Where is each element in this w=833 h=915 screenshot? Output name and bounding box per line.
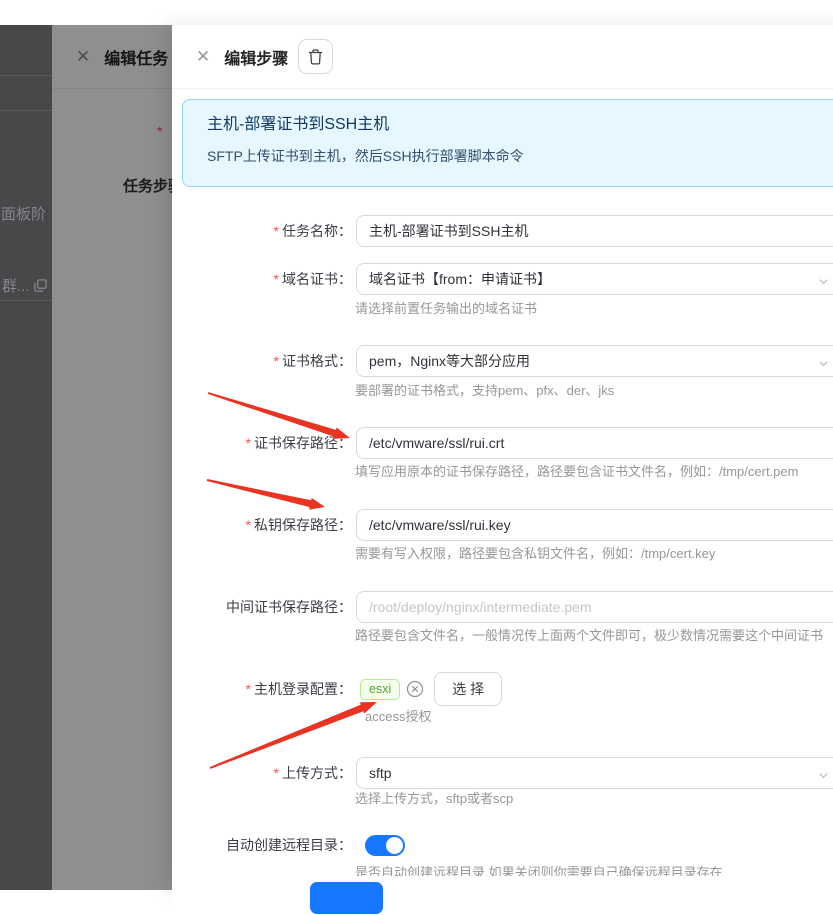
divider xyxy=(0,300,52,301)
required-mark: * xyxy=(273,271,279,287)
cert-format-select[interactable] xyxy=(356,345,833,377)
upload-method-select[interactable] xyxy=(356,757,833,789)
required-mark: * xyxy=(245,435,251,451)
plugin-info-alert: 主机-部署证书到SSH主机 SFTP上传证书到主机，然后SSH执行部署脚本命令 xyxy=(182,99,833,187)
chevron-down-icon[interactable] xyxy=(818,276,829,287)
cert-path-label: 证书保存路径： xyxy=(254,435,352,451)
divider xyxy=(0,110,52,111)
remove-tag-icon[interactable] xyxy=(406,680,424,698)
delete-step-button[interactable] xyxy=(298,39,334,74)
form-row-cert-format: * 证书格式： xyxy=(172,345,833,381)
task-name-input[interactable] xyxy=(356,215,833,247)
required-mark: * xyxy=(245,517,251,533)
host-access-tag[interactable]: esxi xyxy=(360,678,401,700)
required-mark: * xyxy=(273,765,279,781)
drawer-edit-step-body: 主机-部署证书到SSH主机 SFTP上传证书到主机，然后SSH执行部署脚本命令 … xyxy=(172,89,833,876)
required-mark: * xyxy=(245,681,251,697)
cert-format-helper: 要部署的证书格式，支持pem、pfx、der、jks xyxy=(355,383,615,398)
plugin-description: SFTP上传证书到主机，然后SSH执行部署脚本命令 xyxy=(207,148,524,164)
drawer-footer xyxy=(172,876,833,915)
auto-mkdir-label: 自动创建远程目录： xyxy=(226,837,352,853)
drawer-edit-step-title: 编辑步骤 xyxy=(224,50,289,68)
form-row-domain-cert: * 域名证书： xyxy=(172,263,833,299)
upload-method-helper: 选择上传方式，sftp或者scp xyxy=(355,791,514,806)
trash-icon xyxy=(309,48,323,65)
form-row-upload-method: * 上传方式： xyxy=(172,757,833,793)
chevron-down-icon[interactable] xyxy=(818,770,829,781)
plugin-title: 主机-部署证书到SSH主机 xyxy=(207,116,390,133)
submit-button[interactable] xyxy=(310,882,383,914)
drawer-edit-step: ✕ 编辑步骤 主机-部署证书到SSH主机 SFTP上传证书到主机，然后SSH执行… xyxy=(172,25,833,915)
upload-method-label: 上传方式： xyxy=(282,765,352,781)
intermediate-path-label: 中间证书保存路径： xyxy=(226,599,352,615)
domain-cert-select[interactable] xyxy=(356,263,833,295)
cert-path-input[interactable] xyxy=(356,427,833,459)
key-path-helper: 需要有写入权限，路径要包含私钥文件名，例如：/tmp/cert.key xyxy=(355,546,716,561)
drawer-edit-step-header: ✕ 编辑步骤 xyxy=(172,25,833,89)
divider xyxy=(0,75,52,76)
form-row-host-access: * 主机登录配置： esxi 选 择 xyxy=(172,671,833,709)
required-mark: * xyxy=(273,353,279,369)
host-access-helper: access授权 xyxy=(365,709,432,724)
host-access-label: 主机登录配置： xyxy=(254,681,352,697)
form-row-intermediate-path: 中间证书保存路径： xyxy=(172,591,833,627)
drawer-mask[interactable] xyxy=(52,25,172,890)
form-row-key-path: * 私钥保存路径： xyxy=(172,509,833,545)
chevron-down-icon[interactable] xyxy=(818,358,829,369)
required-mark: * xyxy=(273,223,279,239)
cert-format-label: 证书格式： xyxy=(282,353,352,369)
choose-host-button[interactable]: 选 择 xyxy=(434,672,503,706)
domain-cert-helper: 请选择前置任务输出的域名证书 xyxy=(355,301,538,316)
cert-path-helper: 填写应用原本的证书保存路径，路径要包含证书文件名，例如：/tmp/cert.pe… xyxy=(355,464,799,479)
form-row-cert-path: * 证书保存路径： xyxy=(172,427,833,463)
copy-icon xyxy=(33,279,47,292)
form-row-task-name: * 任务名称： xyxy=(172,215,833,251)
top-strip xyxy=(0,0,833,25)
auto-mkdir-helper: 是否自动创建远程目录,如果关闭则你需要自己确保远程目录存在 xyxy=(355,865,723,876)
auto-mkdir-toggle[interactable] xyxy=(365,835,405,856)
close-icon[interactable]: ✕ xyxy=(196,47,210,67)
dimmed-page-background: 面板阶 群... xyxy=(0,25,52,890)
intermediate-path-helper: 路径要包含文件名，一般情况传上面两个文件即可，极少数情况需要这个中间证书 xyxy=(355,628,824,643)
domain-cert-label: 域名证书： xyxy=(282,271,352,287)
key-path-input[interactable] xyxy=(356,509,833,541)
background-text-panel: 面板阶 xyxy=(1,206,47,223)
background-text-group: 群... xyxy=(2,275,47,296)
intermediate-path-input[interactable] xyxy=(356,591,833,623)
key-path-label: 私钥保存路径： xyxy=(254,517,352,533)
drawer-edit-task: ✕ 编辑任务 * 任务步骤 xyxy=(52,25,172,890)
task-name-label: 任务名称： xyxy=(282,223,352,239)
form-row-auto-mkdir: 自动创建远程目录： xyxy=(172,835,833,857)
